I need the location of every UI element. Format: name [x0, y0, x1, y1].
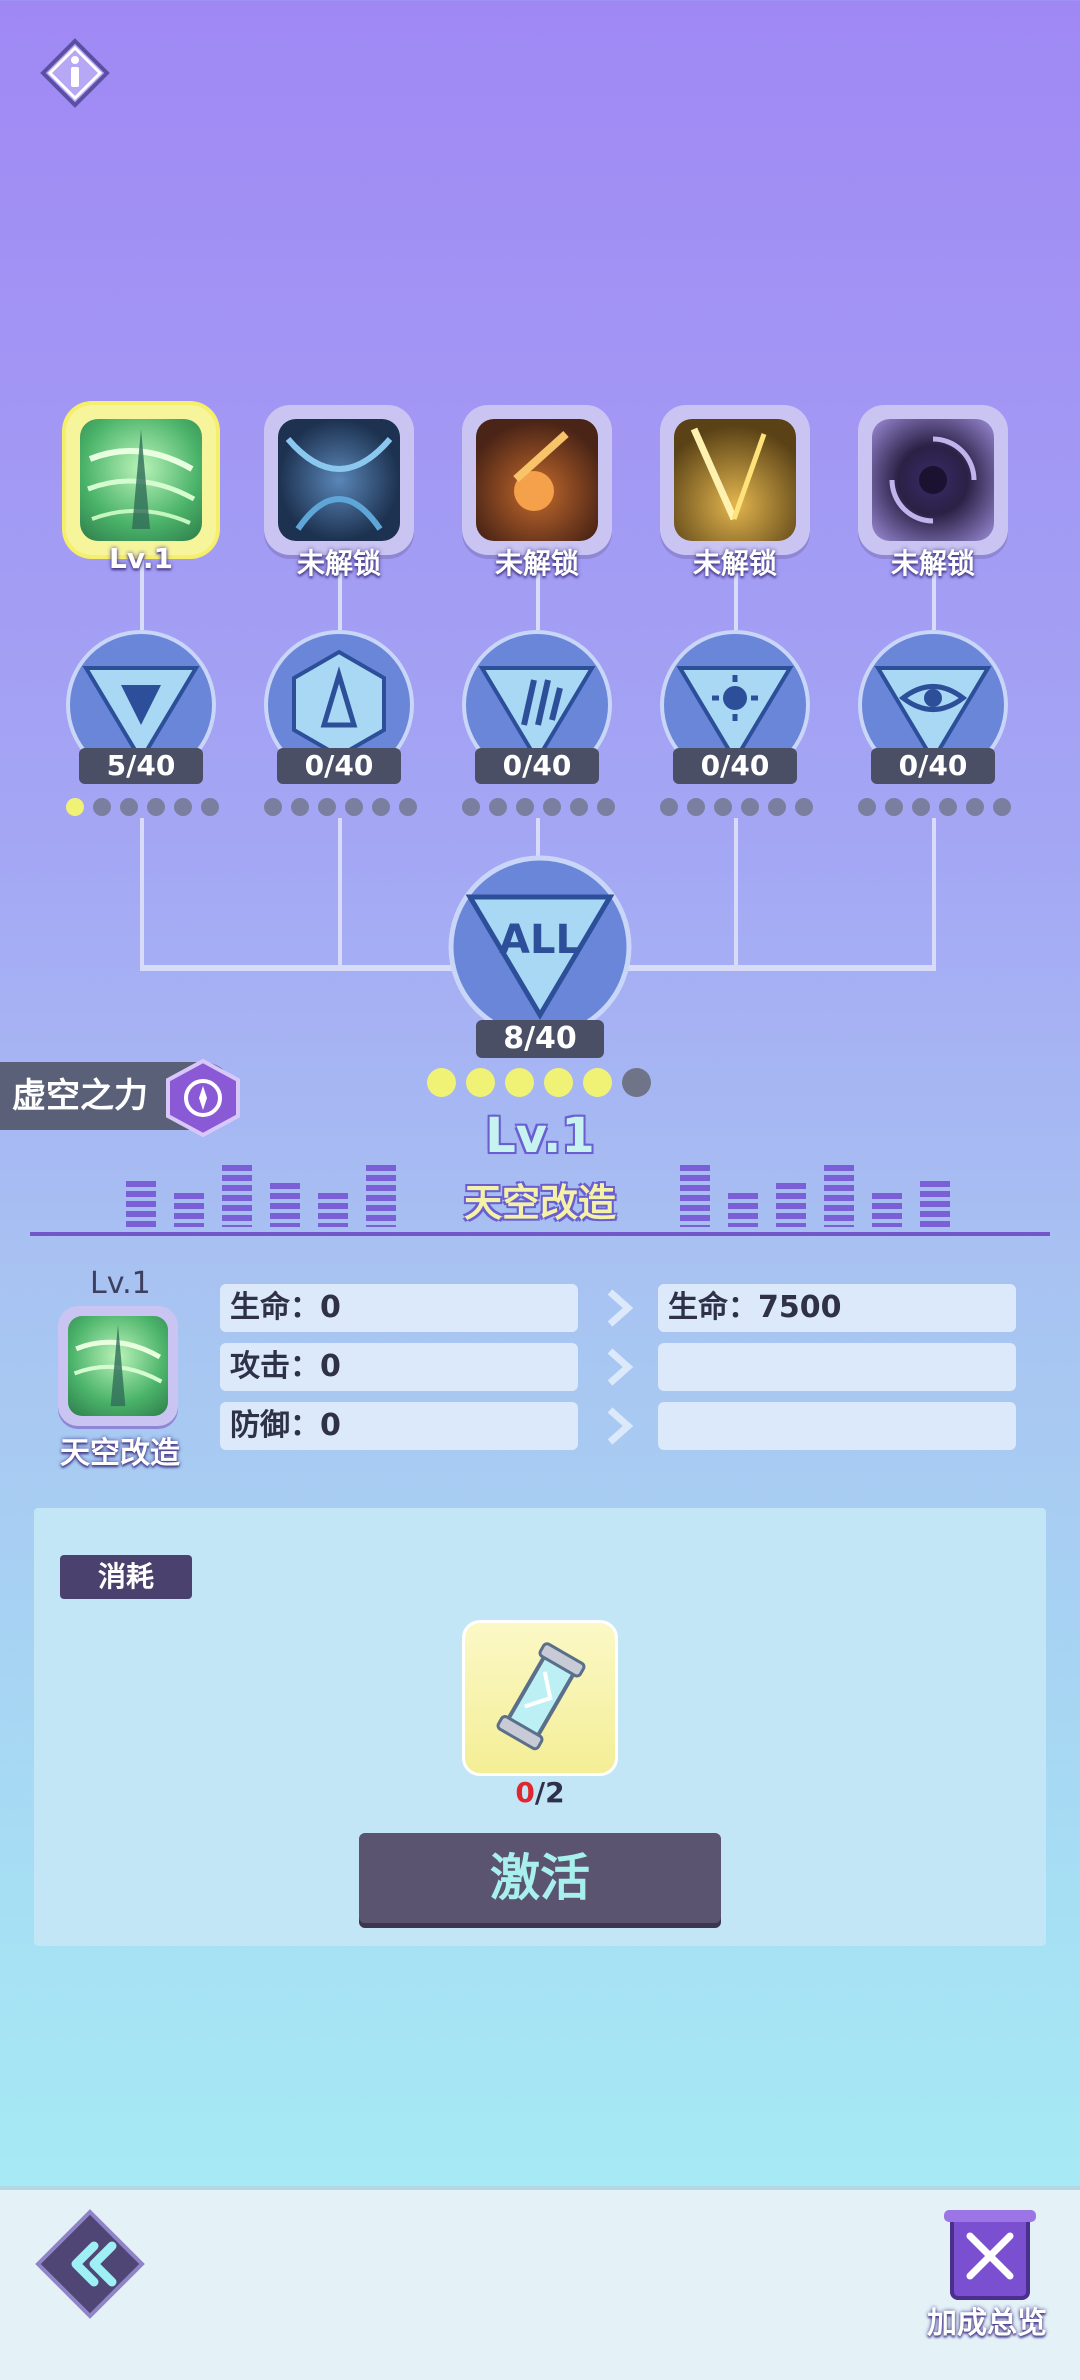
progress-dot	[583, 1068, 612, 1097]
progress-dot	[399, 798, 417, 816]
node-1-count: 5/40	[79, 748, 203, 784]
progress-dot	[993, 798, 1011, 816]
stats-skill-level: Lv.1	[90, 1266, 151, 1301]
stats-skill-name: 天空改造	[60, 1436, 180, 1471]
stat-next-def	[658, 1402, 1016, 1450]
skill-card-4[interactable]	[660, 405, 810, 555]
node-2-dots	[264, 798, 417, 816]
skill-card-1[interactable]	[66, 405, 216, 555]
skill-card-5[interactable]	[858, 405, 1008, 555]
back-button[interactable]	[34, 2208, 146, 2320]
current-level: Lv.1	[485, 1108, 595, 1164]
decor-bars-right	[680, 1165, 950, 1227]
skill-5-label: 未解锁	[890, 547, 975, 580]
info-icon	[40, 38, 110, 108]
chevron-right-icon	[607, 1407, 634, 1445]
progress-dot	[544, 1068, 573, 1097]
progress-dot	[466, 1068, 495, 1097]
stat-next-atk	[658, 1343, 1016, 1391]
skill-1-label: Lv.1	[109, 542, 173, 575]
skill-2-label: 未解锁	[296, 547, 381, 580]
progress-dot	[622, 1068, 651, 1097]
progress-dot	[885, 798, 903, 816]
skill-3-label: 未解锁	[494, 547, 579, 580]
progress-dot	[66, 798, 84, 816]
progress-dot	[174, 798, 192, 816]
cost-have: 0	[515, 1776, 535, 1809]
void-skill-icon	[889, 436, 977, 524]
activate-button[interactable]: 激活	[359, 1833, 721, 1923]
node-4-dots	[660, 798, 813, 816]
chevron-right-icon	[607, 1348, 634, 1386]
progress-dot	[543, 798, 561, 816]
stat-current-def: 防御：0	[220, 1402, 578, 1450]
skill-card-3[interactable]	[462, 405, 612, 555]
progress-dot	[489, 798, 507, 816]
progress-dot	[570, 798, 588, 816]
progress-dot	[505, 1068, 534, 1097]
wind-skill-icon	[73, 1324, 163, 1407]
progress-dot	[93, 798, 111, 816]
progress-dot	[597, 798, 615, 816]
progress-dot	[345, 798, 363, 816]
stat-next-hp: 生命：7500	[658, 1284, 1016, 1332]
wind-skill-icon	[87, 429, 196, 529]
progress-dot	[201, 798, 219, 816]
skill-4-label: 未解锁	[692, 547, 777, 580]
cost-need: /2	[534, 1776, 565, 1809]
chevron-right-icon	[607, 1289, 634, 1327]
progress-dot	[516, 798, 534, 816]
cost-tag: 消耗	[60, 1555, 192, 1599]
node-4-count: 0/40	[673, 748, 797, 784]
skill-card-2[interactable]	[264, 405, 414, 555]
progress-dot	[795, 798, 813, 816]
water-skill-icon	[285, 437, 393, 531]
light-skill-icon	[690, 427, 767, 521]
void-power-label: 虚空之力	[12, 1076, 148, 1116]
node-3-dots	[462, 798, 615, 816]
stat-current-hp: 生命：0	[220, 1284, 578, 1332]
progress-dot	[291, 798, 309, 816]
cost-item-count: 0/2	[500, 1776, 580, 1809]
progress-dot	[687, 798, 705, 816]
progress-dot	[462, 798, 480, 816]
divider	[30, 1232, 1050, 1236]
progress-dot	[912, 798, 930, 816]
all-node[interactable]: ALL	[448, 855, 632, 1039]
all-node-dots	[427, 1068, 651, 1097]
stat-current-atk: 攻击：0	[220, 1343, 578, 1391]
bottom-bar	[0, 2186, 1080, 2380]
progress-dot	[427, 1068, 456, 1097]
all-node-count: 8/40	[476, 1020, 604, 1058]
decor-bars-left	[126, 1165, 396, 1227]
node-5-dots	[858, 798, 1011, 816]
progress-dot	[768, 798, 786, 816]
progress-dot	[939, 798, 957, 816]
node-5-count: 0/40	[871, 748, 995, 784]
cost-item[interactable]	[462, 1620, 618, 1776]
node-2-count: 0/40	[277, 748, 401, 784]
progress-dot	[120, 798, 138, 816]
progress-dot	[714, 798, 732, 816]
node-1-dots	[66, 798, 219, 816]
progress-dot	[264, 798, 282, 816]
progress-dot	[966, 798, 984, 816]
fire-skill-icon	[513, 431, 569, 511]
all-node-label: ALL	[499, 917, 581, 963]
progress-dot	[318, 798, 336, 816]
void-power-icon[interactable]	[164, 1058, 242, 1138]
info-button[interactable]	[40, 38, 110, 108]
progress-dot	[660, 798, 678, 816]
crystal-scroll-icon	[496, 1642, 586, 1751]
current-skill-name: 天空改造	[463, 1181, 616, 1225]
progress-dot	[858, 798, 876, 816]
progress-dot	[741, 798, 759, 816]
node-3-count: 0/40	[475, 748, 599, 784]
progress-dot	[147, 798, 165, 816]
stats-skill-card	[58, 1306, 178, 1426]
progress-dot	[372, 798, 390, 816]
bonus-overview-icon[interactable]	[930, 2206, 1050, 2306]
bonus-overview-label: 加成总览	[927, 2306, 1047, 2341]
